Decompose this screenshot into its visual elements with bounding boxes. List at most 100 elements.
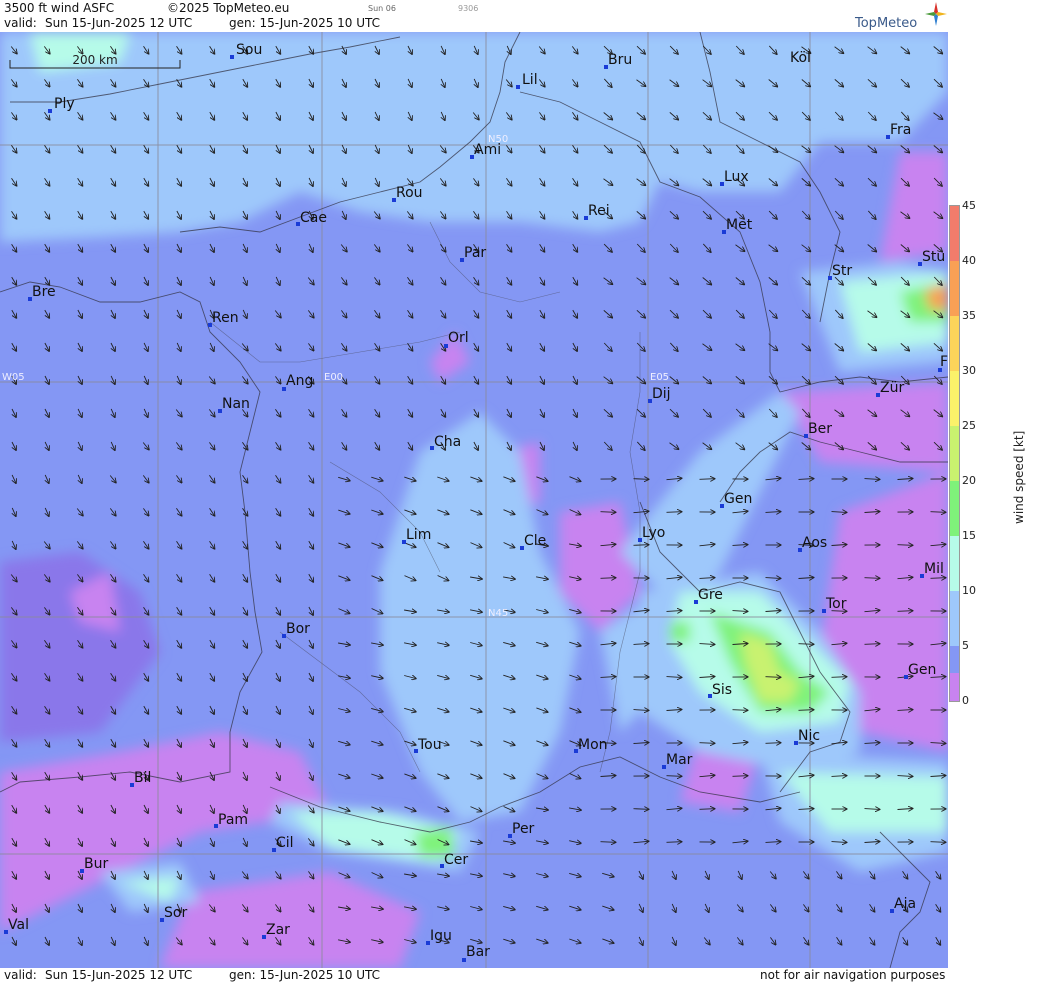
wind-arrow bbox=[864, 578, 880, 579]
wind-arrow bbox=[732, 710, 748, 711]
colorbar bbox=[949, 205, 960, 702]
city-cha[interactable]: Cha bbox=[430, 434, 461, 450]
svg-text:Ply: Ply bbox=[54, 96, 75, 112]
city-igu[interactable]: Igu bbox=[426, 928, 452, 945]
city-nan[interactable]: Nan bbox=[218, 396, 250, 413]
city-mon[interactable]: Mon bbox=[574, 737, 608, 753]
colorbar-tick-15: 15 bbox=[962, 529, 976, 542]
city-cle[interactable]: Cle bbox=[520, 533, 546, 550]
svg-text:Aja: Aja bbox=[894, 896, 916, 912]
grid-label-e00: E00 bbox=[324, 372, 343, 383]
copyright: ©2025 TopMeteo.eu bbox=[167, 1, 290, 15]
city-ren[interactable]: Ren bbox=[208, 310, 239, 327]
wind-arrow bbox=[666, 776, 682, 777]
city-fra[interactable]: Fra bbox=[886, 122, 911, 139]
city-kol[interactable]: Köl bbox=[790, 50, 811, 66]
svg-text:Bar: Bar bbox=[466, 944, 490, 960]
city-bre[interactable]: Bre bbox=[28, 284, 56, 301]
city-per[interactable]: Per bbox=[508, 821, 535, 838]
wind-map[interactable]: 200 km N50 N45 W05 E00 E05 Sou Bru Köl P… bbox=[0, 32, 948, 968]
city-cae[interactable]: Cae bbox=[296, 210, 327, 226]
city-stu[interactable]: Stu bbox=[918, 249, 945, 266]
footer-gen-time: gen: 15-Jun-2025 10 UTC bbox=[229, 968, 381, 982]
footer-valid-time: Sun 15-Jun-2025 12 UTC bbox=[45, 968, 193, 982]
wind-arrow bbox=[798, 644, 814, 645]
valid-label: valid: bbox=[4, 16, 37, 30]
svg-text:Mil: Mil bbox=[924, 561, 944, 577]
city-bar[interactable]: Bar bbox=[462, 944, 490, 962]
city-ber[interactable]: Ber bbox=[804, 421, 832, 438]
city-par[interactable]: Par bbox=[460, 245, 486, 262]
colorbar-tick-30: 30 bbox=[962, 364, 976, 377]
city-sor[interactable]: Sor bbox=[160, 905, 187, 922]
svg-text:Cae: Cae bbox=[300, 210, 327, 226]
city-aos[interactable]: Aos bbox=[798, 535, 827, 552]
city-lux[interactable]: Lux bbox=[720, 169, 749, 186]
city-rou[interactable]: Rou bbox=[392, 185, 423, 202]
footer-valid-label: valid: bbox=[4, 968, 37, 982]
city-cil[interactable]: Cil bbox=[272, 835, 294, 852]
city-zur[interactable]: Zür bbox=[876, 380, 904, 397]
svg-text:Köl: Köl bbox=[790, 50, 811, 66]
city-pam[interactable]: Pam bbox=[214, 812, 248, 828]
colorbar-tick-40: 40 bbox=[962, 254, 976, 267]
wind-arrow bbox=[666, 842, 682, 843]
svg-text:Rei: Rei bbox=[588, 203, 610, 219]
small-day-label: Sun 06 bbox=[368, 4, 396, 13]
city-val[interactable]: Val bbox=[4, 917, 29, 934]
svg-text:Cer: Cer bbox=[444, 852, 468, 868]
city-tou[interactable]: Tou bbox=[414, 737, 442, 753]
wind-arrow bbox=[600, 842, 616, 843]
city-gen2[interactable]: Gen bbox=[904, 662, 936, 679]
grid-label-e05: E05 bbox=[650, 372, 669, 383]
svg-text:Igu: Igu bbox=[430, 928, 452, 944]
colorbar-tick-0: 0 bbox=[962, 694, 969, 707]
city-aja[interactable]: Aja bbox=[890, 896, 916, 913]
city-zar[interactable]: Zar bbox=[262, 922, 290, 939]
footer-disclaimer: not for air navigation purposes bbox=[760, 968, 946, 982]
svg-text:Sor: Sor bbox=[164, 905, 187, 921]
city-f-edge[interactable]: F bbox=[938, 354, 948, 372]
svg-text:Cil: Cil bbox=[276, 835, 294, 851]
svg-text:Val: Val bbox=[8, 917, 29, 933]
city-str[interactable]: Str bbox=[828, 263, 852, 280]
colorbar-tick-45: 45 bbox=[962, 199, 976, 212]
city-bor[interactable]: Bor bbox=[282, 621, 310, 638]
logo-text: TopMeteo bbox=[855, 16, 918, 31]
city-bil[interactable]: Bil bbox=[130, 770, 151, 787]
wind-arrow bbox=[831, 677, 847, 678]
wind-arrow bbox=[798, 710, 814, 711]
city-orl[interactable]: Orl bbox=[444, 330, 469, 348]
city-dij[interactable]: Dij bbox=[648, 386, 671, 403]
wind-arrow bbox=[930, 512, 946, 513]
city-bur[interactable]: Bur bbox=[80, 856, 108, 873]
city-gre[interactable]: Gre bbox=[694, 587, 723, 604]
svg-text:Ang: Ang bbox=[286, 373, 313, 389]
city-bru[interactable]: Bru bbox=[604, 52, 632, 69]
city-ang[interactable]: Ang bbox=[282, 373, 313, 391]
grid-label-w05: W05 bbox=[2, 372, 25, 383]
wind-arrow bbox=[897, 611, 913, 612]
colorbar-tick-25: 25 bbox=[962, 419, 976, 432]
svg-text:Ber: Ber bbox=[808, 421, 832, 437]
city-tor[interactable]: Tor bbox=[822, 596, 847, 613]
svg-text:Mar: Mar bbox=[666, 752, 693, 768]
city-mar[interactable]: Mar bbox=[662, 752, 693, 769]
city-rei[interactable]: Rei bbox=[584, 203, 610, 220]
city-sis[interactable]: Sis bbox=[708, 682, 732, 698]
city-met[interactable]: Met bbox=[722, 217, 753, 234]
city-cer[interactable]: Cer bbox=[440, 852, 468, 868]
wind-arrow bbox=[699, 809, 715, 810]
city-lim[interactable]: Lim bbox=[402, 527, 431, 544]
colorbar-legend: 45 40 35 30 25 20 15 10 5 0 wind speed [… bbox=[948, 0, 1039, 983]
city-mil[interactable]: Mil bbox=[920, 561, 944, 578]
city-nic[interactable]: Nic bbox=[794, 728, 820, 745]
svg-text:Orl: Orl bbox=[448, 330, 469, 346]
colorbar-tick-20: 20 bbox=[962, 474, 976, 487]
city-lyo[interactable]: Lyo bbox=[638, 525, 665, 542]
svg-text:Bor: Bor bbox=[286, 621, 310, 637]
wind-arrow bbox=[732, 776, 748, 777]
svg-text:Dij: Dij bbox=[652, 386, 671, 402]
city-ami[interactable]: Ami bbox=[470, 142, 501, 159]
city-gen[interactable]: Gen bbox=[720, 491, 752, 508]
